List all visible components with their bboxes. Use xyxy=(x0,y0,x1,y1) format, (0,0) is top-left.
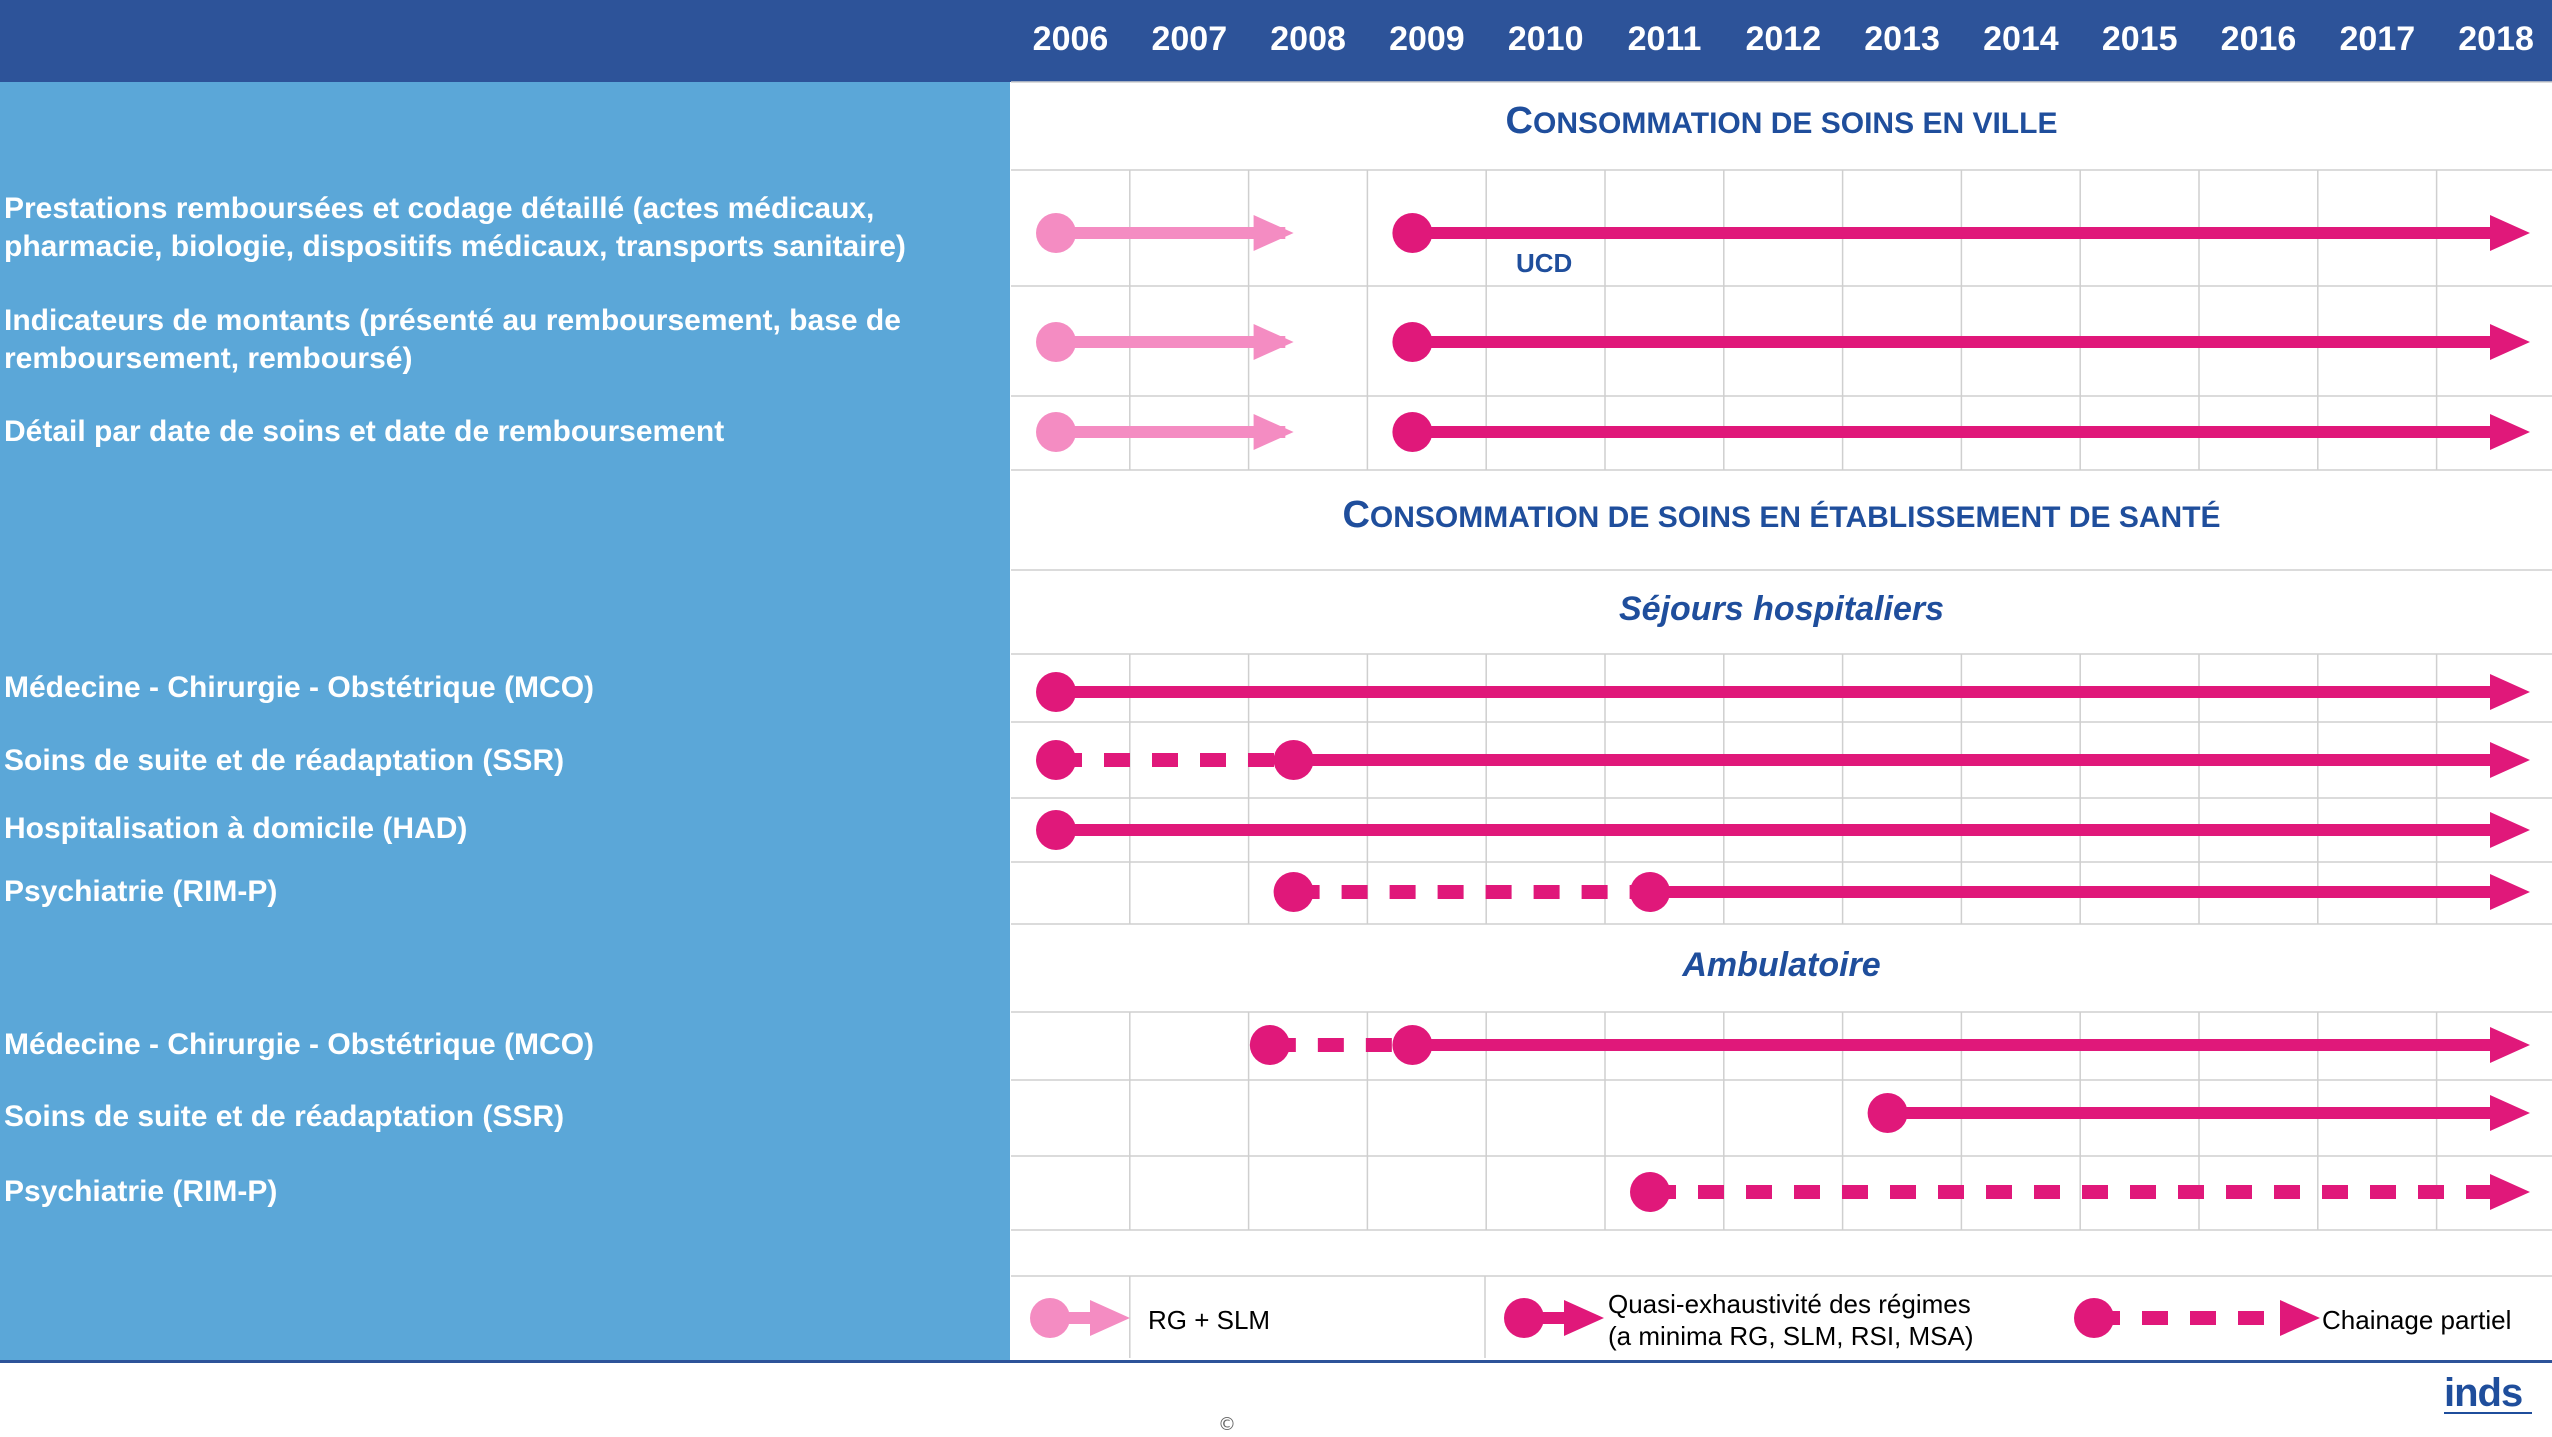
legend-arrow-rg-slm xyxy=(1090,1300,1130,1336)
legend-label-quasi-line1: Quasi-exhaustivité des régimes xyxy=(1608,1289,1971,1319)
timeline-start-marker xyxy=(1036,810,1076,850)
row-label-amb-mco: Médecine - Chirurgie - Obstétrique (MCO) xyxy=(4,1028,595,1061)
timeline-start-marker xyxy=(1392,322,1433,362)
legend-label-rg-slm: RG + SLM xyxy=(1148,1305,1271,1335)
row-label-mco: Médecine - Chirurgie - Obstétrique (MCO) xyxy=(4,671,595,704)
timeline-arrowhead xyxy=(2490,742,2530,778)
bottom-rule xyxy=(0,1360,2552,1363)
section-title-etablissement: CONSOMMATION DE SOINS EN ÉTABLISSEMENT D… xyxy=(1011,494,2552,537)
legend-arrow-chainage xyxy=(2280,1300,2320,1336)
timeline-start-marker xyxy=(1630,1172,1670,1212)
section-title-etab-initial: C xyxy=(1342,494,1370,536)
timeline-start-marker xyxy=(1036,672,1076,712)
row-label-amb-ssr: Soins de suite et de réadaptation (SSR) xyxy=(4,1100,565,1133)
timeline-start-marker xyxy=(1036,322,1076,362)
timeline-start-marker xyxy=(1630,872,1670,912)
timeline-arrowhead xyxy=(2490,812,2530,848)
legend-marker-chainage xyxy=(2074,1298,2114,1338)
timeline-arrowhead xyxy=(1253,414,1294,450)
row-label-ssr: Soins de suite et de réadaptation (SSR) xyxy=(4,744,565,777)
legend-label-quasi-line2: (a minima RG, SLM, RSI, MSA) xyxy=(1608,1321,1974,1351)
row-label-had: Hospitalisation à domicile (HAD) xyxy=(4,812,468,845)
section-title-ville-rest: ONSOMMATION DE SOINS EN VILLE xyxy=(1532,107,2058,140)
legend-label-chainage: Chainage partiel xyxy=(2322,1305,2512,1335)
row-label-amb-psy: Psychiatrie (RIM-P) xyxy=(4,1175,278,1208)
timeline-start-marker xyxy=(1392,1025,1433,1065)
timeline-arrowhead xyxy=(2490,215,2530,251)
timeline-arrowhead xyxy=(2490,1027,2530,1063)
timeline-arrowhead xyxy=(1253,324,1294,360)
row-label-indicateurs: Indicateurs de montants (présenté au rem… xyxy=(4,304,901,375)
row-label-prestations: Prestations remboursées et codage détail… xyxy=(4,192,906,263)
row-label-detail: Détail par date de soins et date de remb… xyxy=(4,415,725,448)
timeline-arrowhead xyxy=(2490,674,2530,710)
timeline-arrowhead xyxy=(2490,874,2530,910)
timeline-start-marker xyxy=(1036,213,1076,253)
subsection-title-ambulatoire: Ambulatoire xyxy=(1682,946,1881,984)
timeline-arrowhead xyxy=(1253,215,1294,251)
timeline-start-marker xyxy=(1036,412,1076,452)
timeline-start-marker xyxy=(1392,412,1433,452)
timeline-start-marker xyxy=(1249,1025,1290,1065)
legend-marker-quasi xyxy=(1504,1298,1544,1338)
subsection-title-sejours: Séjours hospitaliers xyxy=(1619,590,1944,628)
timeline-start-marker xyxy=(1867,1093,1908,1133)
timeline-arrowhead xyxy=(2490,1095,2530,1131)
section-title-etab-rest: ONSOMMATION DE SOINS EN ÉTABLISSEMENT DE… xyxy=(1369,501,2221,534)
legend-arrow-quasi xyxy=(1564,1300,1604,1336)
timeline-start-marker xyxy=(1273,740,1314,780)
inds-logo: inds xyxy=(2440,1366,2540,1432)
timeline-start-marker xyxy=(1392,213,1433,253)
section-title-ville-initial: C xyxy=(1505,100,1533,142)
svg-text:inds: inds xyxy=(2444,1371,2522,1415)
section-title-ville: CONSOMMATION DE SOINS EN VILLE xyxy=(1011,100,2552,143)
legend-marker-rg-slm xyxy=(1030,1298,1070,1338)
ucd-note: UCD xyxy=(1516,248,1573,278)
inds-logo-mark: inds xyxy=(2444,1371,2532,1415)
timeline-arrowhead xyxy=(2490,1174,2530,1210)
timeline-start-marker xyxy=(1273,872,1314,912)
timeline-arrowhead xyxy=(2490,324,2530,360)
copyright-icon: © xyxy=(1218,1414,1236,1435)
row-label-psy: Psychiatrie (RIM-P) xyxy=(4,875,278,908)
timeline-start-marker xyxy=(1036,740,1076,780)
timeline-arrowhead xyxy=(2490,414,2530,450)
